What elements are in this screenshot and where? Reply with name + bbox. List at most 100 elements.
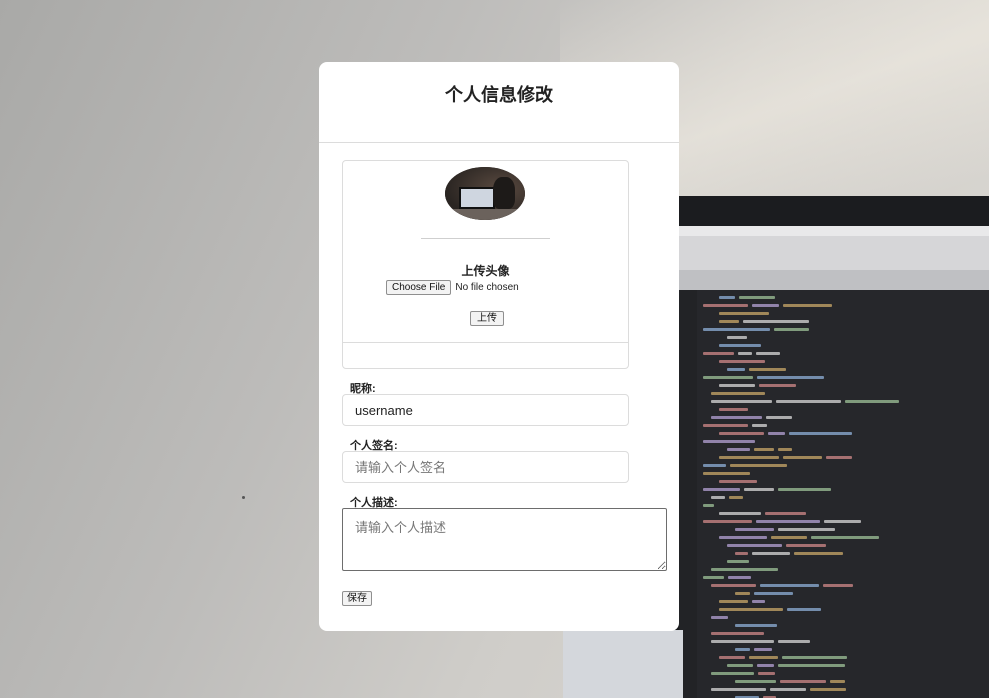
- background-code-line: [703, 472, 750, 475]
- background-code-line: [771, 536, 807, 539]
- background-code-line: [778, 448, 792, 451]
- background-code-line: [719, 656, 745, 659]
- background-code-line: [711, 416, 762, 419]
- background-code-line: [794, 552, 843, 555]
- background-code-line: [823, 584, 853, 587]
- avatar-divider: [421, 238, 550, 239]
- background-code-line: [703, 464, 726, 467]
- background-code-line: [735, 648, 750, 651]
- background-code-line: [765, 512, 806, 515]
- background-code-line: [735, 592, 750, 595]
- background-code-line: [759, 384, 796, 387]
- background-code-line: [757, 376, 824, 379]
- background-code-line: [760, 584, 819, 587]
- background-code-line: [703, 576, 724, 579]
- background-code-line: [719, 408, 748, 411]
- background-code-line: [778, 528, 835, 531]
- background-code-line: [770, 688, 806, 691]
- background-code-line: [727, 560, 749, 563]
- avatar-upload-panel: 上传头像 Choose File No file chosen 上传: [342, 160, 629, 369]
- background-code-line: [756, 352, 780, 355]
- background-code-line: [756, 520, 820, 523]
- background-code-line: [703, 488, 740, 491]
- background-code-line: [752, 600, 765, 603]
- avatar-photo-person: [493, 177, 515, 209]
- background-code-line: [766, 416, 792, 419]
- background-code-line: [719, 608, 783, 611]
- background-code-line: [711, 632, 764, 635]
- background-code-line: [735, 680, 776, 683]
- background-code-line: [703, 328, 770, 331]
- background-code-line: [744, 488, 774, 491]
- background-code-line: [778, 640, 810, 643]
- background-code-line: [752, 304, 779, 307]
- background-code-line: [776, 400, 841, 403]
- background-code-line: [703, 440, 755, 443]
- upload-avatar-title: 上传头像: [461, 264, 510, 278]
- background-code-line: [735, 552, 748, 555]
- background-code-line: [727, 544, 782, 547]
- background-code-line: [811, 536, 879, 539]
- background-code-line: [735, 528, 774, 531]
- background-code-line: [738, 352, 752, 355]
- upload-button[interactable]: 上传: [470, 311, 504, 326]
- background-code-line: [711, 584, 756, 587]
- background-code-line: [754, 448, 774, 451]
- background-wall-mark: [242, 496, 245, 499]
- background-code-line: [735, 624, 777, 627]
- background-toolbar: [679, 236, 989, 270]
- description-textarea[interactable]: [342, 508, 667, 571]
- background-code-line: [719, 512, 761, 515]
- background-monitor-stand: [563, 630, 683, 698]
- background-code-line: [768, 432, 785, 435]
- file-status: No file chosen: [455, 281, 519, 293]
- background-code-line: [711, 616, 728, 619]
- background-code-line: [727, 664, 753, 667]
- background-code-line: [786, 544, 826, 547]
- background-code-line: [711, 688, 766, 691]
- background-code-line: [703, 352, 734, 355]
- background-code-line: [703, 304, 748, 307]
- background-code-line: [739, 296, 775, 299]
- background-code-line: [719, 536, 767, 539]
- background-code-line: [711, 568, 778, 571]
- background-code-line: [719, 456, 779, 459]
- background-code-line: [703, 504, 714, 507]
- profile-edit-card: 个人信息修改 上传头像 Choose File No file chosen 上…: [319, 62, 679, 631]
- background-code-line: [711, 672, 754, 675]
- background-monitor-screen: [679, 226, 989, 698]
- file-input: Choose File No file chosen: [386, 279, 519, 295]
- background-code-line: [719, 360, 765, 363]
- background-code-line: [810, 688, 846, 691]
- background-code-line: [757, 664, 774, 667]
- avatar: [445, 167, 525, 220]
- choose-file-button[interactable]: Choose File: [386, 279, 452, 295]
- background-code-line: [728, 576, 751, 579]
- signature-input[interactable]: [342, 451, 629, 483]
- background-code-line: [727, 368, 745, 371]
- background-code-line: [719, 384, 755, 387]
- avatar-photo-desk: [449, 209, 521, 220]
- nickname-input[interactable]: [342, 394, 629, 426]
- background-code-line: [749, 368, 786, 371]
- background-code-line: [703, 520, 752, 523]
- background-code-line: [711, 392, 765, 395]
- background-code-line: [826, 456, 852, 459]
- background-code-line: [711, 496, 725, 499]
- background-code-line: [711, 400, 772, 403]
- background-code-line: [719, 344, 761, 347]
- background-code-line: [774, 328, 809, 331]
- background-code-line: [752, 424, 767, 427]
- background-code-line: [780, 680, 826, 683]
- card-header: 个人信息修改: [319, 62, 679, 143]
- background-code-line: [783, 456, 822, 459]
- background-code-line: [787, 608, 821, 611]
- background-code-line: [730, 464, 787, 467]
- background-code-line: [845, 400, 899, 403]
- background-code-line: [743, 320, 809, 323]
- background-code-line: [719, 320, 739, 323]
- background-code-line: [711, 640, 774, 643]
- background-code-line: [703, 424, 748, 427]
- save-button[interactable]: 保存: [342, 591, 372, 606]
- background-code-line: [754, 648, 772, 651]
